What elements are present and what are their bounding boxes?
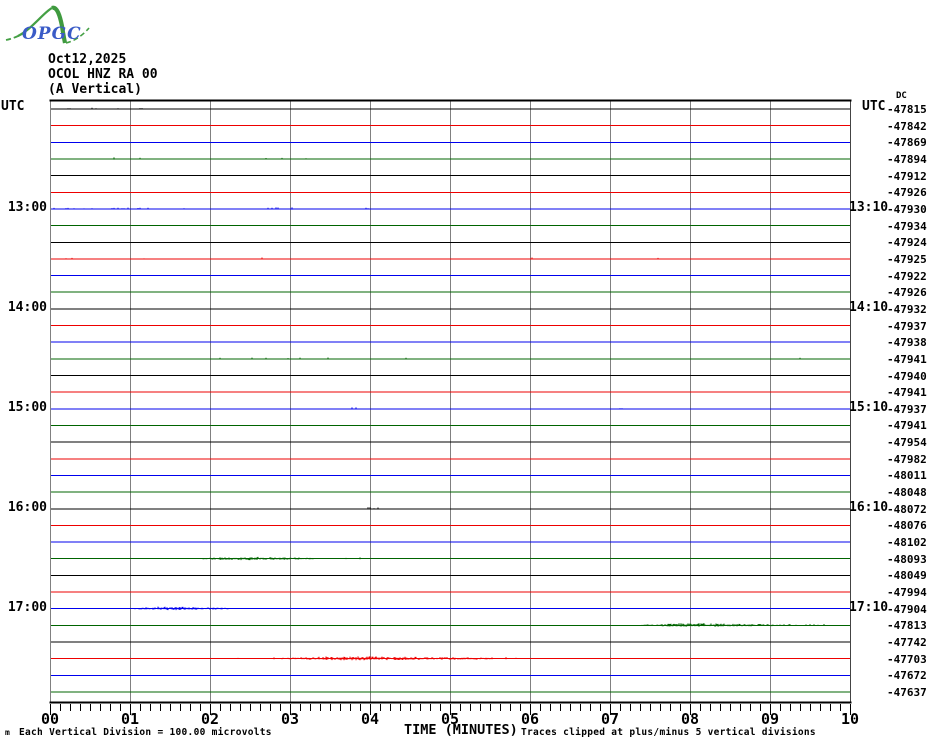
dc-offset-value: -47703 xyxy=(887,652,927,666)
dc-offset-value: -47941 xyxy=(887,352,927,366)
dc-offset-value: -47742 xyxy=(887,636,927,650)
dc-offset-value: -47937 xyxy=(887,319,927,333)
x-tick-label: 02 xyxy=(200,710,220,728)
hour-label-left: 13:00 xyxy=(7,199,47,215)
dc-offset-value: -48049 xyxy=(887,569,927,583)
hour-label-right: 13:10 xyxy=(849,199,889,215)
hour-label-right: 17:10 xyxy=(849,599,889,615)
dc-offset-value: -47926 xyxy=(887,286,927,300)
dc-offset-value: -47940 xyxy=(887,369,927,383)
hour-label-left: 15:00 xyxy=(7,399,47,415)
dc-offset-value: -47937 xyxy=(887,402,927,416)
dc-offset-value: -47932 xyxy=(887,302,927,316)
trace-event xyxy=(281,656,491,661)
x-tick-label: 00 xyxy=(40,710,60,728)
hour-label-right: 15:10 xyxy=(849,399,889,415)
dc-offset-value: -47994 xyxy=(887,586,927,600)
dc-offset-value: -47982 xyxy=(887,452,927,466)
hour-label-right: 16:10 xyxy=(849,499,889,515)
dc-offset-value: -47912 xyxy=(887,169,927,183)
dc-offset-value: -48072 xyxy=(887,502,927,516)
hour-label-left: 17:00 xyxy=(7,599,47,615)
webicorder-page: OPGC Oct12,2025 OCOL HNZ RA 00 (A Vertic… xyxy=(0,0,930,744)
hour-label-left: 16:00 xyxy=(7,499,47,515)
dc-offset-value: -47926 xyxy=(887,186,927,200)
dc-offset-value: -47941 xyxy=(887,419,927,433)
dc-offset-value: -47904 xyxy=(887,602,927,616)
dc-offset-value: -47938 xyxy=(887,336,927,350)
dc-offset-value: -47813 xyxy=(887,619,927,633)
dc-offset-value: -47922 xyxy=(887,269,927,283)
dc-offset-value: -47842 xyxy=(887,119,927,133)
dc-offset-value: -47924 xyxy=(887,236,927,250)
helicorder-plot xyxy=(49,99,852,715)
dc-offset-value: -47815 xyxy=(887,103,927,116)
dc-offset-value: -47637 xyxy=(887,685,927,699)
dc-offset-value: -48011 xyxy=(887,469,927,483)
dc-offset-value: -47894 xyxy=(887,152,927,166)
clipping-note: Traces clipped at plus/minus 5 vertical … xyxy=(521,727,816,738)
trace-event xyxy=(641,623,791,627)
dc-offset-value: -47672 xyxy=(887,669,927,683)
dc-offset-value: -47869 xyxy=(887,136,927,150)
dc-offset-value: -47925 xyxy=(887,252,927,266)
dc-offset-value: -48093 xyxy=(887,552,927,566)
hour-label-right: 14:10 xyxy=(849,299,889,315)
dc-offset-value: -47954 xyxy=(887,436,927,450)
x-axis-title: TIME (MINUTES) xyxy=(404,722,518,738)
dc-offset-value: -48102 xyxy=(887,536,927,550)
x-tick-label: 01 xyxy=(120,710,140,728)
x-tick-label: 04 xyxy=(360,710,380,728)
dc-offset-value: -47941 xyxy=(887,386,927,400)
hour-label-left: 14:00 xyxy=(7,299,47,315)
dc-offset-value: -48076 xyxy=(887,519,927,533)
footer-corner-glyph: m xyxy=(5,728,10,737)
x-tick-label: 06 xyxy=(520,710,540,728)
x-tick-label: 10 xyxy=(840,710,860,728)
x-tick-label: 09 xyxy=(760,710,780,728)
trace-event xyxy=(197,556,315,561)
dc-offset-value: -48048 xyxy=(887,486,927,500)
vertical-scale-note: Each Vertical Division = 100.00 microvol… xyxy=(19,727,272,738)
dc-offset-value: -47934 xyxy=(887,219,927,233)
dc-offset-value: -47930 xyxy=(887,202,927,216)
x-tick-label: 07 xyxy=(600,710,620,728)
x-tick-label: 08 xyxy=(680,710,700,728)
x-tick-label: 03 xyxy=(280,710,300,728)
